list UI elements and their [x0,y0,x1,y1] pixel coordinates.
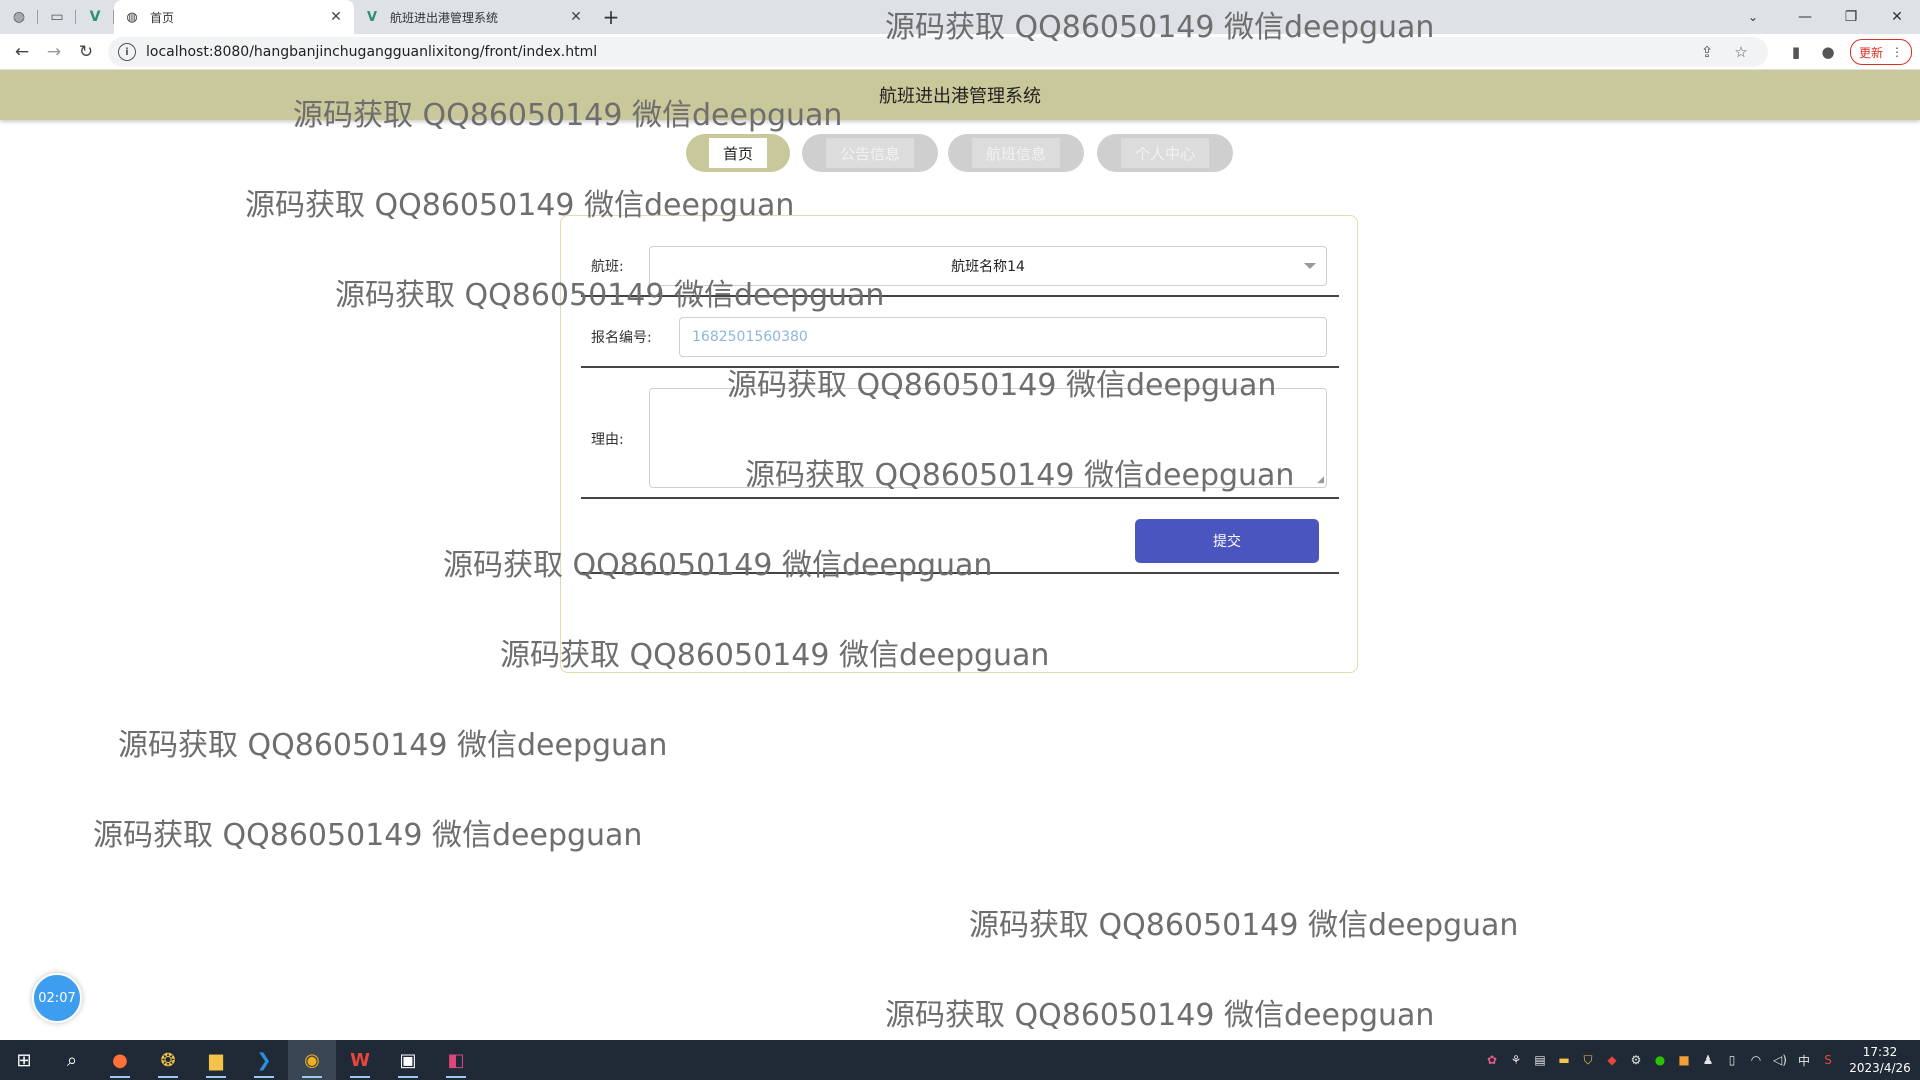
window-controls: — ❐ ✕ [1782,0,1920,34]
nav-label: 公告信息 [825,138,914,168]
registration-label: 报名编号: [591,330,652,346]
terminal-icon[interactable]: ▣ [384,1040,432,1080]
tray-app-icon[interactable]: ⚘ [1504,1053,1528,1067]
tray-wechat-icon[interactable]: ● [1648,1053,1672,1067]
tab-label: 航班进出港管理系统 [390,10,499,25]
resize-grip-icon[interactable]: ◢ [1317,475,1324,485]
watermark: 源码获取 QQ86050149 微信deepguan [969,908,1519,943]
tray-app-icon[interactable]: S [1816,1053,1840,1067]
update-button[interactable]: 更新 ⋮ [1849,39,1912,65]
chat-app-icon[interactable]: ❂ [144,1040,192,1080]
tray-folder-icon[interactable]: ▬ [1552,1053,1576,1067]
tray-app-icon[interactable]: ✿ [1480,1053,1504,1067]
submit-label: 提交 [1213,534,1241,550]
more-icon[interactable]: ⋮ [1891,45,1903,59]
file-explorer-icon[interactable]: ▆ [192,1040,240,1080]
watermark: 源码获取 QQ86050149 微信deepguan [118,728,668,763]
chrome-icon[interactable]: ◉ [288,1040,336,1080]
wifi-icon[interactable]: ◠ [1744,1053,1768,1067]
profile-icon[interactable]: ● [1812,43,1844,61]
nav-item-flights[interactable]: 航班信息 [948,134,1084,172]
reason-label: 理由: [591,432,624,448]
tray-usb-icon[interactable]: ▯ [1720,1053,1744,1067]
wps-icon[interactable]: W [336,1040,384,1080]
page: 航班进出港管理系统 首页 公告信息 航班信息 个人中心 航班: 航班名称14 报… [0,70,1920,1040]
clock-time: 17:32 [1862,1045,1898,1059]
nav-label: 航班信息 [971,138,1060,168]
timer-value: 02:07 [38,990,76,1006]
watermark: 源码获取 QQ86050149 微信deepguan [93,818,643,853]
update-label: 更新 [1858,45,1883,60]
chevron-down-icon [1304,263,1316,269]
pinned-tab-1[interactable]: ◍ [0,0,38,34]
tab-label: 首页 [150,10,175,25]
vscode-icon[interactable]: ❯ [240,1040,288,1080]
back-icon[interactable]: ← [6,36,38,68]
flight-select-value: 航班名称14 [951,259,1025,275]
divider [581,497,1339,499]
watermark: 源码获取 QQ86050149 微信deepguan [885,998,1435,1033]
watermark: 源码获取 QQ86050149 微信deepguan [293,98,843,133]
pinned-tab-2[interactable]: ▭ [38,0,76,34]
pinned-tab-3[interactable]: V [76,0,114,34]
nav-label: 个人中心 [1120,138,1209,168]
timer-badge[interactable]: 02:07 [32,973,82,1023]
reload-icon[interactable]: ↻ [70,36,102,68]
watermark: 源码获取 QQ86050149 微信deepguan [245,188,795,223]
star-icon[interactable]: ☆ [1724,43,1758,61]
registration-number-input[interactable]: 1682501560380 [679,317,1327,357]
registration-number-value: 1682501560380 [692,329,808,345]
watermark: 源码获取 QQ86050149 微信deepguan [335,278,885,313]
site-title: 航班进出港管理系统 [879,86,1041,107]
toolbar-right: ▮ ● 更新 ⋮ [1780,37,1912,67]
tray-qq-icon[interactable]: ♟ [1696,1053,1720,1067]
nav-item-home[interactable]: 首页 [686,134,790,172]
taskbar-clock[interactable]: 17:32 2023/4/26 [1840,1040,1920,1080]
watermark: 源码获取 QQ86050149 微信deepguan [885,10,1435,45]
blank-page-icon: ▭ [50,9,64,25]
vue-logo-icon: V [366,9,378,25]
watermark: 源码获取 QQ86050149 微信deepguan [443,548,993,583]
close-icon[interactable]: ✕ [568,9,584,25]
site-header: 航班进出港管理系统 [0,70,1920,120]
firefox-icon[interactable]: ● [96,1040,144,1080]
main-nav: 首页 公告信息 航班信息 个人中心 [0,134,1920,174]
tray-app-icon[interactable]: ▤ [1528,1053,1552,1067]
watermark: 源码获取 QQ86050149 微信deepguan [727,368,1277,403]
globe-icon: ◍ [12,9,26,25]
watermark: 源码获取 QQ86050149 微信deepguan [745,458,1295,493]
ime-indicator[interactable]: 中 [1792,1052,1816,1069]
tab-home[interactable]: ◍ 首页 ✕ [114,0,354,34]
side-panel-icon[interactable]: ▮ [1780,43,1812,61]
tray-app-icon[interactable]: ■ [1672,1053,1696,1067]
tray-app-icon[interactable]: ⚙ [1624,1053,1648,1067]
tray-shield-icon[interactable]: ⛉ [1576,1053,1600,1068]
intellij-icon[interactable]: ◧ [432,1040,480,1080]
taskbar: ⊞ ⌕ ● ❂ ▆ ❯ ◉ W ▣ ◧ ✿ ⚘ ▤ ▬ ⛉ ◆ ⚙ ● ■ ♟ … [0,1040,1920,1080]
nav-label: 首页 [708,138,767,168]
close-window-icon[interactable]: ✕ [1874,0,1920,34]
share-icon[interactable]: ⇪ [1690,43,1724,61]
forward-icon[interactable]: → [38,36,70,68]
vue-logo-icon: V [89,9,101,25]
info-icon[interactable]: i [118,43,136,61]
restore-icon[interactable]: ❐ [1828,0,1874,34]
watermark: 源码获取 QQ86050149 微信deepguan [500,638,1050,673]
search-icon[interactable]: ⌕ [48,1040,96,1080]
new-tab-button[interactable]: + [594,0,628,34]
clock-date: 2023/4/26 [1849,1061,1911,1075]
windows-start-icon[interactable]: ⊞ [0,1040,48,1080]
tab-flight-system[interactable]: V 航班进出港管理系统 ✕ [354,0,594,34]
minimize-icon[interactable]: — [1782,0,1828,34]
volume-icon[interactable]: ◁) [1768,1053,1792,1067]
nav-item-profile[interactable]: 个人中心 [1097,134,1233,172]
close-icon[interactable]: ✕ [328,9,344,25]
nav-item-notices[interactable]: 公告信息 [802,134,938,172]
system-tray: ✿ ⚘ ▤ ▬ ⛉ ◆ ⚙ ● ■ ♟ ▯ ◠ ◁) 中 S [1480,1040,1840,1080]
globe-icon: ◍ [126,9,138,25]
url-text: localhost:8080/hangbanjinchugangguanlixi… [146,44,598,60]
submit-button[interactable]: 提交 [1135,519,1319,563]
chevron-down-icon[interactable]: ⌄ [1736,0,1770,34]
tray-app-icon[interactable]: ◆ [1600,1053,1624,1067]
